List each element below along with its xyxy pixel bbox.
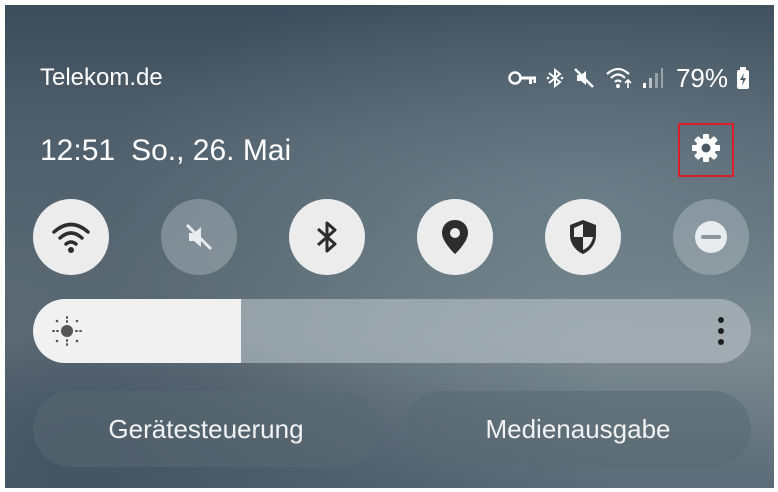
wifi-icon	[604, 66, 634, 90]
media-output-label: Medienausgabe	[485, 413, 671, 444]
media-output-button[interactable]: Medienausgabe	[405, 391, 751, 467]
location-pin-icon	[442, 220, 468, 254]
device-control-button[interactable]: Gerätesteuerung	[33, 391, 379, 467]
carrier-name: Telekom.de	[40, 64, 163, 91]
bluetooth-icon	[546, 66, 564, 90]
battery-percent: 79%	[675, 62, 728, 93]
tile-sound[interactable]	[161, 199, 237, 275]
tile-bluetooth[interactable]	[289, 199, 365, 275]
bluetooth-icon	[317, 221, 337, 253]
wifi-icon	[52, 222, 90, 253]
gear-icon	[691, 133, 721, 168]
brightness-slider[interactable]	[33, 299, 751, 363]
signal-icon	[642, 66, 664, 90]
mute-icon	[572, 66, 596, 90]
more-vert-icon[interactable]	[717, 316, 725, 346]
vpn-key-icon	[508, 68, 538, 88]
minus-circle-icon	[695, 221, 727, 253]
status-bar: Telekom.de 79%	[40, 60, 750, 96]
shield-icon	[570, 220, 596, 254]
clock: 12:51	[40, 134, 116, 167]
device-control-label: Gerätesteuerung	[108, 413, 304, 444]
mute-icon	[185, 223, 213, 251]
tile-do-not-disturb[interactable]	[673, 199, 749, 275]
tile-location[interactable]	[417, 199, 493, 275]
tile-wifi[interactable]	[33, 199, 109, 275]
status-icons: 79%	[508, 63, 750, 94]
quick-settings-row	[33, 199, 753, 275]
date-time: 12:51 So., 26. Mai	[40, 134, 291, 168]
sun-icon	[52, 316, 82, 346]
date: So., 26. Mai	[131, 134, 292, 167]
battery-charging-icon	[736, 67, 750, 89]
settings-button[interactable]	[678, 123, 734, 177]
tile-security[interactable]	[545, 199, 621, 275]
